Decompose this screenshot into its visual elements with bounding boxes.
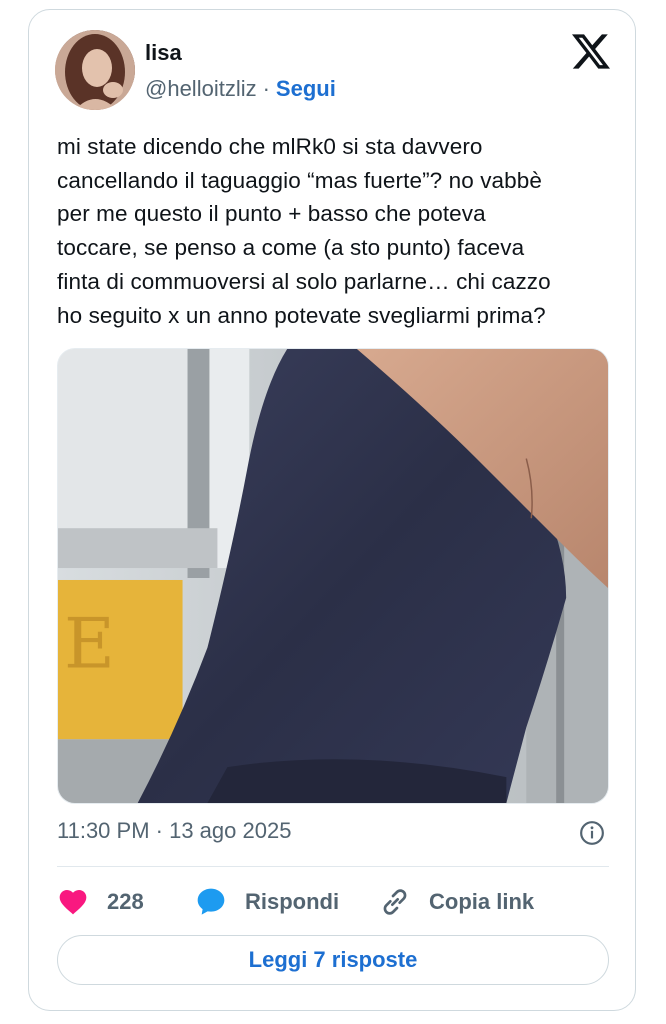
- avatar-photo: [55, 30, 135, 110]
- info-icon[interactable]: [579, 820, 605, 846]
- tweet-timestamp[interactable]: 11:30 PM · 13 ago 2025: [57, 818, 291, 844]
- tweet-text: mi state dicendo che mlRk0 si sta davver…: [57, 134, 551, 328]
- reply-label: Rispondi: [245, 889, 340, 914]
- svg-text:E: E: [64, 604, 115, 685]
- copy-link-label: Copia link: [429, 889, 535, 914]
- separator: ·: [262, 76, 270, 101]
- heart-icon: [59, 890, 87, 915]
- read-replies-button[interactable]: Leggi 7 risposte: [57, 935, 609, 985]
- like-button[interactable]: 228: [57, 882, 144, 922]
- divider: [57, 866, 609, 867]
- like-count: 228: [107, 889, 144, 914]
- copy-link-button[interactable]: Copia link: [379, 882, 534, 922]
- action-bar: 228 Rispondi Copia link: [57, 882, 617, 922]
- follow-button[interactable]: Segui: [276, 76, 336, 101]
- speech-bubble-icon: [197, 888, 225, 915]
- tweet-media[interactable]: E: [57, 348, 609, 804]
- avatar[interactable]: [55, 30, 135, 110]
- author-name[interactable]: lisa: [145, 40, 182, 66]
- link-icon: [383, 889, 407, 915]
- reply-button[interactable]: Rispondi: [195, 882, 339, 922]
- tweet-card: lisa @helloitzliz · Segui mi state dicendo…: [28, 9, 636, 1011]
- author-handle[interactable]: @helloitzliz: [145, 76, 257, 101]
- author-handle-row: @helloitzliz · Segui: [145, 76, 336, 102]
- x-logo-icon[interactable]: [572, 32, 610, 70]
- media-photo: E: [58, 349, 608, 803]
